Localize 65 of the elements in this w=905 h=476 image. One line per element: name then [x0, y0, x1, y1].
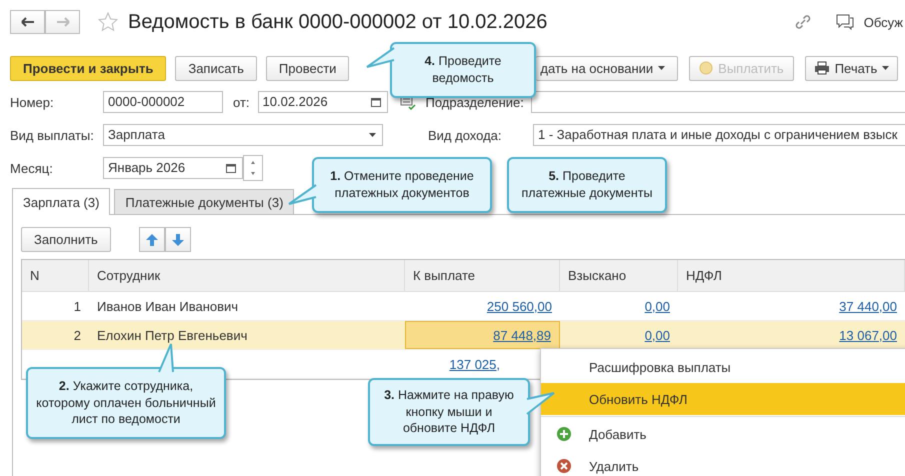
chat-icon[interactable] [836, 14, 854, 30]
amount-link[interactable]: 0,00 [644, 328, 670, 342]
forward-arrow-icon [56, 17, 70, 27]
create-based-button[interactable]: дать на основании [536, 56, 678, 80]
add-icon [557, 427, 571, 441]
discuss-link[interactable]: Обсуж [864, 14, 903, 30]
move-down-button[interactable] [164, 227, 191, 252]
caret-icon [658, 66, 666, 70]
table-cell: Иванов Иван Иванович [97, 298, 238, 314]
up-arrow-icon [146, 234, 158, 246]
callout: 5. Проведите платежные документы [507, 157, 667, 213]
menu-item[interactable]: Удалить [541, 450, 905, 476]
field-label: от: [233, 94, 250, 110]
table-cell: Елохин Петр Евгеньевич [97, 328, 248, 342]
link-icon[interactable] [794, 13, 812, 31]
payment-type-dropdown[interactable]: Зарплата [103, 124, 383, 146]
callout-pointer [365, 46, 394, 68]
tab[interactable]: Зарплата (3) [12, 188, 110, 215]
back-arrow-icon [20, 17, 34, 27]
back-button[interactable] [10, 10, 45, 34]
column-header[interactable]: Взыскано [560, 260, 678, 291]
amount-link[interactable]: 250 560,00 [486, 298, 552, 314]
down-arrow-icon [172, 234, 184, 246]
amount-link[interactable]: 137 025, [449, 356, 500, 372]
menu-item[interactable]: Добавить [541, 418, 905, 450]
toolbar-button[interactable]: Записать [175, 56, 257, 80]
field-label: Номер: [10, 94, 55, 110]
toolbar-button[interactable]: Провести [266, 56, 350, 80]
fill-button[interactable]: Заполнить [21, 227, 111, 252]
caret-icon [369, 133, 376, 137]
column-header[interactable]: Сотрудник [89, 260, 405, 291]
calendar-icon [370, 97, 381, 107]
calendar-icon [226, 163, 236, 173]
tab[interactable]: Платежные документы (3) [114, 189, 294, 214]
month-field[interactable]: Январь 2026 [103, 157, 243, 179]
field-label: Вид дохода: [428, 128, 503, 142]
department-field[interactable] [530, 91, 905, 113]
post-close-button[interactable]: Провести и закрыть [10, 56, 166, 80]
move-up-button[interactable] [138, 227, 165, 252]
delete-icon [557, 459, 571, 473]
income-type-field[interactable]: 1 - Заработная плата и иные доходы с ограничением взыск [533, 124, 905, 146]
table-row[interactable]: 2 Елохин Петр Евгеньевич 87 448,89 0,00 13 067,00 [22, 321, 905, 350]
callout-pointer [158, 343, 174, 371]
print-button[interactable]: Печать [804, 56, 898, 80]
amount-link[interactable]: 0,00 [644, 298, 670, 314]
menu-item[interactable]: Обновить НДФЛ [541, 383, 905, 415]
amount-link[interactable]: 13 067,00 [839, 328, 897, 342]
amount-link[interactable]: 37 440,00 [839, 298, 897, 314]
window-title: Ведомость в банк 0000-000002 от 10.02.2026 [128, 10, 548, 34]
coin-icon [699, 61, 714, 75]
column-header[interactable]: НДФЛ [678, 260, 905, 291]
column-header[interactable]: К выплате [405, 260, 560, 291]
star-icon[interactable] [98, 12, 118, 32]
printer-icon [814, 61, 830, 75]
callout-pointer [527, 392, 555, 415]
table-cell: 2 [74, 328, 81, 342]
column-header[interactable]: N [22, 260, 89, 291]
spinner-icon[interactable] [243, 155, 263, 181]
field-label: Месяц: [10, 160, 54, 176]
table-cell: 1 [74, 298, 81, 314]
caret-icon [882, 66, 890, 70]
date-field[interactable]: 10.02.2026 [258, 91, 388, 113]
callout-pointer [287, 183, 316, 205]
field-label: Вид выплаты: [10, 128, 95, 142]
number-field[interactable]: 0000-000002 [103, 91, 223, 113]
